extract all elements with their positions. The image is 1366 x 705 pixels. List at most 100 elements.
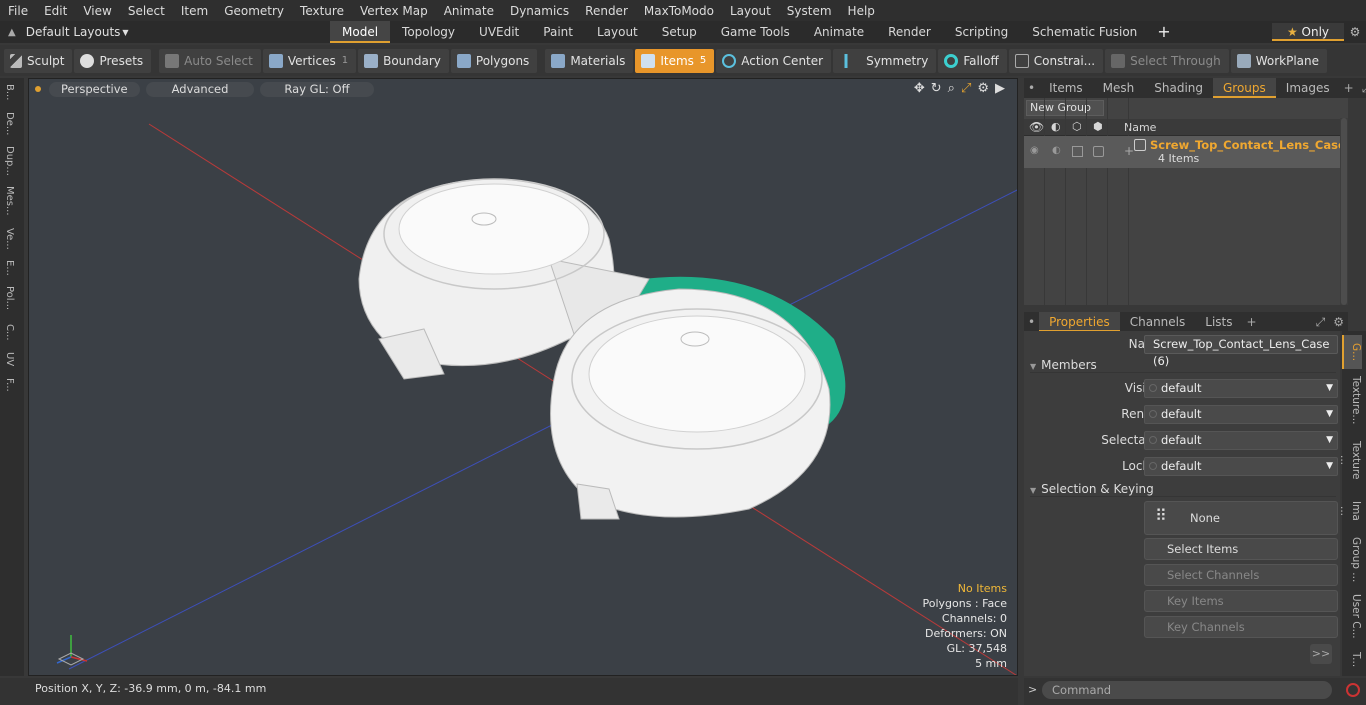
menu-render[interactable]: Render — [577, 4, 636, 18]
left-tab-polygon[interactable]: Pol... — [4, 286, 15, 310]
left-tab-fusion[interactable]: F... — [4, 378, 15, 392]
tab-setup[interactable]: Setup — [650, 21, 709, 43]
menu-file[interactable]: File — [0, 4, 36, 18]
row-lock-checkbox[interactable] — [1093, 146, 1104, 157]
key-channels-button[interactable]: Key Channels — [1144, 616, 1338, 638]
add-tab-icon[interactable]: + — [1149, 21, 1178, 43]
side-tab-group-2[interactable]: Group ... — [1342, 533, 1362, 587]
left-tab-curve[interactable]: C... — [4, 324, 15, 341]
maximize-icon[interactable]: ⤢ — [961, 81, 971, 96]
side-tab-tags[interactable]: T... — [1342, 645, 1362, 675]
row-render-icon[interactable]: ◐ — [1052, 145, 1061, 156]
tab-mesh[interactable]: Mesh ... — [1093, 78, 1145, 115]
side-tab-group[interactable]: G... — [1342, 335, 1362, 369]
tab-render[interactable]: Render — [876, 21, 943, 43]
row-eye-icon[interactable]: ◉ — [1030, 145, 1039, 156]
tab-topology[interactable]: Topology — [390, 21, 467, 43]
tab-model[interactable]: Model — [330, 21, 391, 43]
tab-uvedit[interactable]: UVEdit — [467, 21, 531, 43]
gear-icon[interactable]: ⚙ — [1344, 25, 1366, 39]
add-panel-tab-icon[interactable]: + — [1340, 78, 1358, 98]
groups-scrollbar[interactable] — [1340, 118, 1348, 305]
scene-canvas[interactable] — [29, 79, 1018, 676]
menu-help[interactable]: Help — [840, 4, 883, 18]
expand-plus-icon[interactable]: + — [1124, 144, 1134, 158]
render-dropdown[interactable]: default ▼ — [1144, 405, 1338, 424]
tab-scripting[interactable]: Scripting — [943, 21, 1020, 43]
shading-mode-button[interactable]: Advanced — [145, 81, 255, 97]
side-tab-user-channels[interactable]: User C... — [1342, 589, 1362, 643]
visible-dropdown[interactable]: default ▼ — [1144, 379, 1338, 398]
prop-gear-icon[interactable]: ⚙ — [1329, 312, 1348, 332]
menu-dynamics[interactable]: Dynamics — [502, 4, 577, 18]
tab-animate[interactable]: Animate — [802, 21, 876, 43]
menu-layout[interactable]: Layout — [722, 4, 779, 18]
side-tab-image[interactable]: Ima ... — [1338, 491, 1362, 531]
lens-case-model[interactable] — [358, 178, 846, 520]
left-tab-duplicate[interactable]: Dup... — [4, 146, 15, 176]
sculpt-button[interactable]: Sculpt — [4, 48, 73, 73]
only-toggle[interactable]: ★ Only — [1272, 23, 1344, 41]
action-center-button[interactable]: Action Center — [716, 48, 832, 73]
tab-schematic-fusion[interactable]: Schematic Fusion — [1020, 21, 1149, 43]
workplane-button[interactable]: WorkPlane — [1230, 48, 1328, 73]
view-mode-button[interactable]: Perspective — [49, 81, 140, 97]
vertices-button[interactable]: Vertices 1 — [262, 48, 357, 73]
falloff-button[interactable]: Falloff — [938, 48, 1007, 73]
tab-shading[interactable]: Shading — [1144, 78, 1213, 98]
tab-properties[interactable]: Properties — [1039, 311, 1120, 332]
polygons-button[interactable]: Polygons — [450, 48, 538, 73]
tab-items[interactable]: Items — [1039, 78, 1093, 98]
menu-texture[interactable]: Texture — [292, 4, 352, 18]
menu-view[interactable]: View — [75, 4, 119, 18]
selectable-dropdown[interactable]: default ▼ — [1144, 431, 1338, 450]
rotate-icon[interactable]: ↻ — [931, 81, 942, 96]
tab-images[interactable]: Images — [1276, 78, 1340, 98]
menu-system[interactable]: System — [779, 4, 840, 18]
select-items-button[interactable]: Select Items — [1144, 538, 1338, 560]
side-tab-texture-1[interactable]: Texture... — [1342, 371, 1362, 429]
auto-select-button[interactable]: Auto Select — [159, 48, 261, 73]
tab-paint[interactable]: Paint — [531, 21, 585, 43]
left-tab-deform[interactable]: De... — [4, 112, 15, 135]
constraints-button[interactable]: Constrai... — [1008, 48, 1104, 73]
row-select-checkbox[interactable] — [1072, 146, 1083, 157]
tab-layout[interactable]: Layout — [585, 21, 650, 43]
tab-channels[interactable]: Channels — [1120, 312, 1196, 332]
members-section[interactable]: ▼ Members — [1030, 358, 1336, 373]
left-tab-vertex[interactable]: Ve... — [4, 228, 15, 250]
viewport-gear-icon[interactable]: ⚙ — [977, 81, 989, 96]
left-tab-mesh-edit[interactable]: Mes... — [4, 186, 15, 216]
key-items-button[interactable]: Key Items — [1144, 590, 1338, 612]
menu-geometry[interactable]: Geometry — [216, 4, 292, 18]
zoom-icon[interactable]: ⌕ — [948, 81, 955, 96]
properties-menu-dot[interactable]: • — [1024, 312, 1039, 332]
panel-menu-dot[interactable]: • — [1024, 78, 1039, 98]
left-tab-basic[interactable]: B... — [4, 84, 15, 100]
items-button[interactable]: Items 5 — [635, 48, 715, 73]
boundary-button[interactable]: Boundary — [358, 48, 449, 73]
menu-vertex-map[interactable]: Vertex Map — [352, 4, 436, 18]
pan-icon[interactable]: ✥ — [914, 81, 925, 96]
menu-edit[interactable]: Edit — [36, 4, 75, 18]
raygl-button[interactable]: Ray GL: Off — [260, 81, 374, 97]
select-through-button[interactable]: Select Through — [1105, 48, 1229, 73]
play-arrow-icon[interactable]: ▶ — [995, 81, 1005, 96]
expand-icon[interactable]: ⤢ — [1358, 78, 1366, 98]
collapse-up-icon[interactable]: ▲ — [8, 27, 16, 38]
viewport-menu-dot[interactable] — [35, 86, 41, 92]
materials-button[interactable]: Materials — [545, 48, 634, 73]
group-row[interactable]: ◉ ◐ + Screw_Top_Contact_Lens_Case 4 Item… — [1024, 136, 1348, 168]
select-channels-button[interactable]: Select Channels — [1144, 564, 1338, 586]
none-button[interactable]: ⠿ None — [1144, 501, 1338, 535]
left-tab-uv[interactable]: UV — [4, 352, 15, 366]
menu-maxtomodo[interactable]: MaxToModo — [636, 4, 722, 18]
record-macro-icon[interactable] — [1346, 683, 1360, 697]
command-input[interactable]: Command — [1042, 681, 1332, 699]
side-tab-texture-2[interactable]: Texture ... — [1338, 431, 1362, 489]
add-prop-tab-icon[interactable]: + — [1243, 312, 1261, 332]
tab-lists[interactable]: Lists — [1195, 312, 1242, 332]
menu-item[interactable]: Item — [173, 4, 216, 18]
tab-groups[interactable]: Groups — [1213, 78, 1276, 98]
menu-animate[interactable]: Animate — [436, 4, 502, 18]
